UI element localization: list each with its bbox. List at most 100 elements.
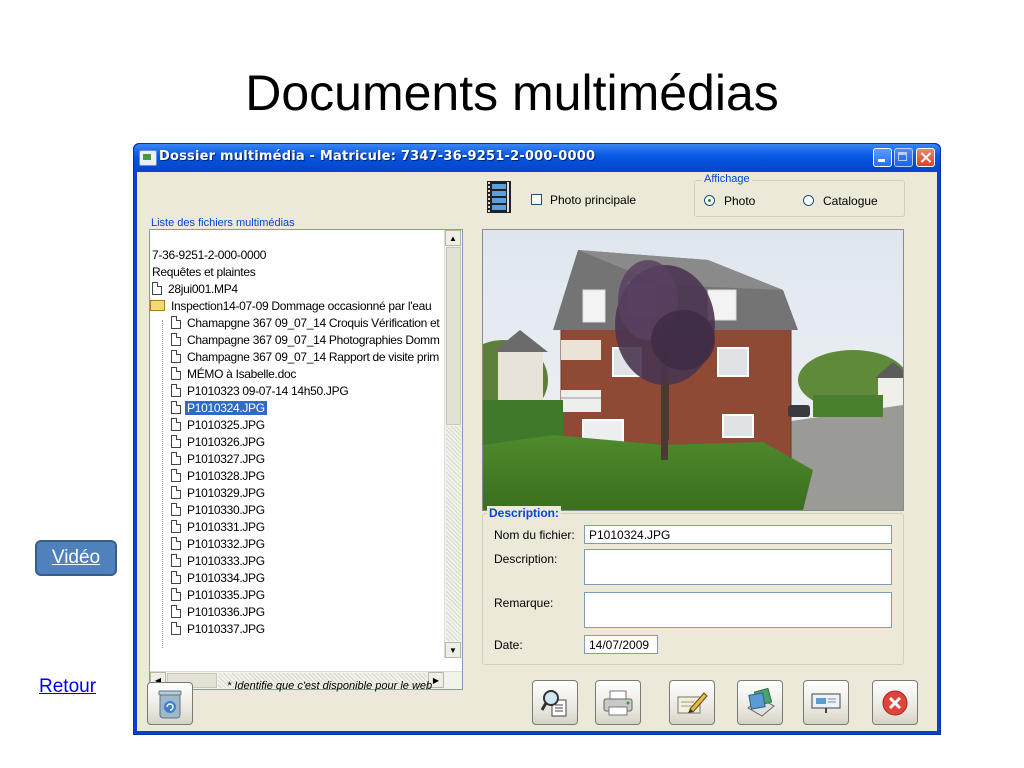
- file-icon: [171, 520, 181, 533]
- video-button[interactable]: Vidéo: [35, 540, 117, 576]
- tree-item-label: P1010327.JPG: [187, 452, 265, 466]
- view-document-button[interactable]: [532, 680, 578, 725]
- description-label: Description:: [494, 552, 558, 566]
- file-icon: [171, 503, 181, 516]
- maximize-button[interactable]: [894, 148, 913, 167]
- file-tree[interactable]: 7-36-9251-2-000-0000 Requêtes et plaintes…: [149, 229, 463, 690]
- tree-item[interactable]: P1010329.JPG: [171, 485, 267, 502]
- file-icon: [171, 537, 181, 550]
- print-button[interactable]: [595, 680, 641, 725]
- file-icon: [171, 571, 181, 584]
- minimize-button[interactable]: [873, 148, 892, 167]
- tree-item-label: P1010333.JPG: [187, 554, 265, 568]
- radio-photo[interactable]: Photo: [704, 194, 755, 208]
- tree-item[interactable]: P1010325.JPG: [171, 417, 267, 434]
- radio-unselected-icon[interactable]: [803, 195, 814, 206]
- retour-link[interactable]: Retour: [39, 676, 96, 698]
- file-icon: [171, 435, 181, 448]
- house-photo: [483, 230, 903, 510]
- file-icon: [152, 282, 162, 295]
- presentation-icon: [811, 693, 841, 713]
- scroll-up-arrow-icon[interactable]: ▲: [445, 230, 461, 246]
- window-close-button[interactable]: [916, 148, 935, 167]
- tree-item[interactable]: P1010337.JPG: [171, 621, 267, 638]
- vertical-scrollbar[interactable]: ▲ ▼: [444, 230, 462, 658]
- close-button[interactable]: [872, 680, 918, 725]
- tree-item[interactable]: MÉMO à Isabelle.doc: [171, 366, 298, 383]
- tree-item-label: MÉMO à Isabelle.doc: [187, 367, 297, 381]
- scroll-down-arrow-icon[interactable]: ▼: [445, 642, 461, 658]
- radio-catalogue-label: Catalogue: [823, 194, 878, 208]
- affichage-legend: Affichage: [702, 173, 752, 185]
- vertical-scroll-thumb[interactable]: [446, 247, 461, 425]
- tree-item-label: P1010323 09-07-14 14h50.JPG: [187, 384, 349, 398]
- tree-item[interactable]: P1010335.JPG: [171, 587, 267, 604]
- tree-item-label: Inspection14-07-09 Dommage occasionné pa…: [171, 299, 432, 313]
- remarque-field[interactable]: [584, 592, 892, 628]
- tree-item[interactable]: 7-36-9251-2-000-0000: [150, 247, 268, 264]
- tree-item[interactable]: P1010324.JPG: [171, 400, 268, 417]
- tree-item-label: P1010326.JPG: [187, 435, 265, 449]
- photo-principale-checkbox[interactable]: Photo principale: [531, 193, 636, 207]
- tree-item[interactable]: P1010333.JPG: [171, 553, 267, 570]
- presentation-button[interactable]: [803, 680, 849, 725]
- tree-item[interactable]: Champagne 367 09_07_14 Photographies Dom…: [171, 332, 442, 349]
- nom-fichier-label: Nom du fichier:: [494, 528, 575, 542]
- tree-item[interactable]: P1010328.JPG: [171, 468, 267, 485]
- multimedia-window: Dossier multimédia - Matricule: 7347-36-…: [133, 143, 941, 735]
- edit-button[interactable]: [669, 680, 715, 725]
- tree-item[interactable]: P1010334.JPG: [171, 570, 267, 587]
- tree-item[interactable]: P1010326.JPG: [171, 434, 267, 451]
- export-icon: [747, 687, 775, 717]
- window-client: Liste des fichiers multimédias 7-36-9251…: [137, 172, 937, 731]
- tree-item-label: Requêtes et plaintes: [152, 265, 256, 279]
- trash-button[interactable]: [147, 682, 193, 725]
- affichage-group: Affichage Photo Catalogue: [694, 173, 905, 217]
- tree-item[interactable]: P1010336.JPG: [171, 604, 267, 621]
- tree-item[interactable]: Requêtes et plaintes: [150, 264, 257, 281]
- file-tree-content: 7-36-9251-2-000-0000 Requêtes et plaintes…: [150, 230, 445, 658]
- tree-item-label: P1010337.JPG: [187, 622, 265, 636]
- tree-item-label: P1010334.JPG: [187, 571, 265, 585]
- radio-catalogue[interactable]: Catalogue: [803, 194, 878, 208]
- tree-item-label: P1010324.JPG: [184, 400, 268, 416]
- tree-item-label: P1010325.JPG: [187, 418, 265, 432]
- tree-item[interactable]: P1010327.JPG: [171, 451, 267, 468]
- tree-item[interactable]: Champagne 367 09_07_14 Rapport de visite…: [171, 349, 441, 366]
- file-icon: [171, 418, 181, 431]
- description-field[interactable]: [584, 549, 892, 585]
- radio-photo-label: Photo: [724, 194, 756, 208]
- tree-item[interactable]: P1010331.JPG: [171, 519, 267, 536]
- file-icon: [171, 350, 181, 363]
- tree-item-label: Champagne 367 09_07_14 Rapport de visite…: [187, 350, 440, 364]
- checkbox-box[interactable]: [531, 194, 542, 205]
- file-icon: [171, 554, 181, 567]
- edit-document-icon: [677, 691, 708, 713]
- file-icon: [171, 316, 181, 329]
- date-field[interactable]: [584, 635, 658, 654]
- remarque-label: Remarque:: [494, 596, 554, 610]
- photo-preview: [482, 229, 904, 511]
- tree-item[interactable]: 28jui001.MP4: [152, 281, 240, 298]
- tree-item[interactable]: Inspection14-07-09 Dommage occasionné pa…: [150, 298, 433, 315]
- tree-item-label: 28jui001.MP4: [168, 282, 238, 296]
- radio-selected-icon[interactable]: [704, 195, 715, 206]
- nom-fichier-input[interactable]: [584, 525, 892, 544]
- tree-item-label: P1010328.JPG: [187, 469, 265, 483]
- file-icon: [171, 452, 181, 465]
- file-icon: [171, 588, 181, 601]
- tree-item[interactable]: P1010323 09-07-14 14h50.JPG: [171, 383, 350, 400]
- vertical-scroll-track[interactable]: [446, 426, 461, 641]
- tree-item[interactable]: P1010332.JPG: [171, 536, 267, 553]
- tree-item[interactable]: P1010330.JPG: [171, 502, 267, 519]
- description-legend: Description:: [487, 506, 562, 520]
- film-icon[interactable]: [487, 181, 511, 213]
- folder-open-icon: [150, 300, 165, 311]
- tree-item[interactable]: Chamapgne 367 09_07_14 Croquis Vérificat…: [171, 315, 441, 332]
- window-titlebar[interactable]: Dossier multimédia - Matricule: 7347-36-…: [134, 144, 940, 172]
- file-list-group: Liste des fichiers multimédias 7-36-9251…: [149, 216, 463, 690]
- tree-item-label: 7-36-9251-2-000-0000: [152, 248, 267, 262]
- export-button[interactable]: [737, 680, 783, 725]
- file-icon: [171, 622, 181, 635]
- web-availability-note: * Identifie que c'est disponible pour le…: [227, 680, 433, 692]
